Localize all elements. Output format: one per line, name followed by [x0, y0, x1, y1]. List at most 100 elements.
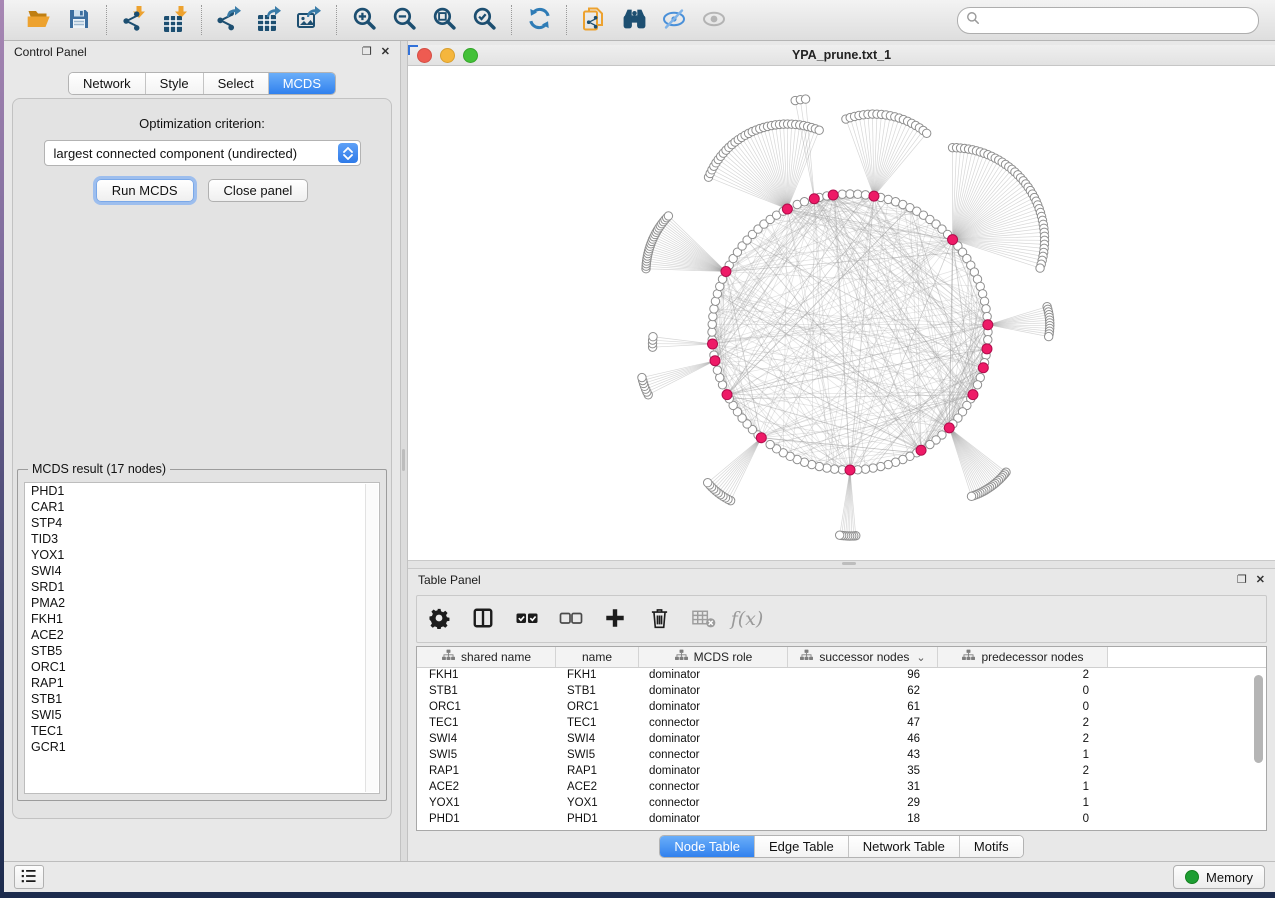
- function-builder-button[interactable]: f(x): [733, 605, 761, 633]
- dominator-node[interactable]: [968, 390, 978, 400]
- table-row[interactable]: RAP1RAP1dominator352: [417, 764, 1266, 780]
- zoom-in-button[interactable]: [346, 4, 382, 36]
- dominator-node[interactable]: [710, 356, 720, 366]
- vertical-splitter-handle[interactable]: [402, 449, 405, 471]
- select-all-rows-button[interactable]: [513, 605, 541, 633]
- dominator-node[interactable]: [982, 344, 992, 354]
- hide-graphics-details-button[interactable]: [656, 4, 692, 36]
- search-input[interactable]: [985, 12, 1250, 28]
- mcds-result-item[interactable]: STP4: [25, 515, 379, 531]
- column-header-MCDS-role[interactable]: MCDS role: [639, 647, 788, 667]
- mcds-list-scrollbar[interactable]: [365, 484, 378, 792]
- dominator-node[interactable]: [948, 235, 958, 245]
- dominator-node[interactable]: [944, 423, 954, 433]
- network-canvas[interactable]: [408, 66, 1275, 560]
- table-row[interactable]: SWI5SWI5connector431: [417, 748, 1266, 764]
- mcds-result-item[interactable]: SWI4: [25, 563, 379, 579]
- mcds-result-item[interactable]: GCR1: [25, 739, 379, 755]
- table-row[interactable]: ACE2ACE2connector311: [417, 780, 1266, 796]
- zoom-selected-button[interactable]: [466, 4, 502, 36]
- node-table[interactable]: shared namenameMCDS rolesuccessor nodes⌄…: [416, 646, 1267, 831]
- close-panel-button[interactable]: Close panel: [208, 179, 309, 202]
- table-row[interactable]: PHD1PHD1dominator180: [417, 812, 1266, 828]
- mcds-result-item[interactable]: STB5: [25, 643, 379, 659]
- dominator-node[interactable]: [782, 204, 792, 214]
- dominator-node[interactable]: [983, 320, 993, 330]
- mcds-result-item[interactable]: SWI5: [25, 707, 379, 723]
- dominator-node[interactable]: [708, 339, 718, 349]
- mcds-result-item[interactable]: ORC1: [25, 659, 379, 675]
- float-table-panel-icon[interactable]: ❐: [1237, 575, 1247, 586]
- export-network-button[interactable]: [211, 4, 247, 36]
- tab-mcds[interactable]: MCDS: [269, 73, 335, 94]
- mcds-result-item[interactable]: YOX1: [25, 547, 379, 563]
- delete-table-button[interactable]: [689, 605, 717, 633]
- tab-style[interactable]: Style: [146, 73, 204, 94]
- mcds-result-item[interactable]: CAR1: [25, 499, 379, 515]
- search-field[interactable]: [957, 7, 1259, 34]
- create-column-button[interactable]: [601, 605, 629, 633]
- tab-select[interactable]: Select: [204, 73, 269, 94]
- close-table-panel-icon[interactable]: ✕: [1256, 575, 1265, 586]
- table-row[interactable]: STB1STB1dominator620: [417, 684, 1266, 700]
- mcds-result-item[interactable]: FKH1: [25, 611, 379, 627]
- dominator-node[interactable]: [978, 363, 988, 373]
- network-graph[interactable]: [408, 66, 1275, 560]
- tab-network[interactable]: Network: [69, 73, 146, 94]
- delete-columns-button[interactable]: [645, 605, 673, 633]
- export-image-button[interactable]: [291, 4, 327, 36]
- column-header-name[interactable]: name: [556, 647, 639, 667]
- mcds-result-item[interactable]: TID3: [25, 531, 379, 547]
- memory-button[interactable]: Memory: [1173, 865, 1265, 889]
- run-mcds-button[interactable]: Run MCDS: [96, 179, 194, 202]
- mcds-result-item[interactable]: ACE2: [25, 627, 379, 643]
- save-session-button[interactable]: [61, 4, 97, 36]
- table-row[interactable]: FKH1FKH1dominator962: [417, 668, 1266, 684]
- column-header-shared-name[interactable]: shared name: [417, 647, 556, 667]
- float-panel-icon[interactable]: ❐: [362, 47, 372, 58]
- dominator-node[interactable]: [845, 465, 855, 475]
- mcds-result-item[interactable]: RAP1: [25, 675, 379, 691]
- mcds-result-item[interactable]: STB1: [25, 691, 379, 707]
- tab-edge-table[interactable]: Edge Table: [755, 836, 849, 857]
- tab-node-table[interactable]: Node Table: [660, 836, 755, 857]
- dominator-node[interactable]: [828, 190, 838, 200]
- table-row[interactable]: TEC1TEC1connector472: [417, 716, 1266, 732]
- dominator-node[interactable]: [869, 191, 879, 201]
- table-row[interactable]: YOX1YOX1connector291: [417, 796, 1266, 812]
- import-table-button[interactable]: [156, 4, 192, 36]
- tab-motifs[interactable]: Motifs: [960, 836, 1023, 857]
- horizontal-splitter-handle[interactable]: [842, 562, 856, 565]
- mcds-result-item[interactable]: SRD1: [25, 579, 379, 595]
- table-row[interactable]: ORC1ORC1dominator610: [417, 700, 1266, 716]
- dominator-node[interactable]: [721, 267, 731, 277]
- vertical-splitter[interactable]: [400, 41, 408, 861]
- mcds-result-item[interactable]: PHD1: [25, 483, 379, 499]
- optimization-criterion-select[interactable]: largest connected component (undirected): [44, 140, 361, 166]
- show-graphics-details-button[interactable]: [696, 4, 732, 36]
- mcds-result-list[interactable]: PHD1CAR1STP4TID3YOX1SWI4SRD1PMA2FKH1ACE2…: [24, 482, 380, 794]
- mcds-result-item[interactable]: TEC1: [25, 723, 379, 739]
- refresh-view-button[interactable]: [521, 4, 557, 36]
- dominator-node[interactable]: [756, 433, 766, 443]
- dominator-node[interactable]: [809, 194, 819, 204]
- open-file-button[interactable]: [21, 4, 57, 36]
- tab-network-table[interactable]: Network Table: [849, 836, 960, 857]
- clone-network-button[interactable]: [576, 4, 612, 36]
- column-header-predecessor-nodes[interactable]: predecessor nodes: [938, 647, 1108, 667]
- dominator-node[interactable]: [916, 445, 926, 455]
- toggle-panes-button[interactable]: [469, 605, 497, 633]
- mcds-result-item[interactable]: PMA2: [25, 595, 379, 611]
- import-network-button[interactable]: [116, 4, 152, 36]
- table-scrollbar-thumb[interactable]: [1254, 675, 1263, 763]
- close-panel-icon[interactable]: ✕: [381, 47, 390, 58]
- find-objects-button[interactable]: [616, 4, 652, 36]
- zoom-fit-button[interactable]: [426, 4, 462, 36]
- dominator-node[interactable]: [722, 390, 732, 400]
- column-header-successor-nodes[interactable]: successor nodes⌄: [788, 647, 938, 667]
- table-row[interactable]: SWI4SWI4dominator462: [417, 732, 1266, 748]
- horizontal-splitter[interactable]: [408, 560, 1275, 569]
- network-window-titlebar[interactable]: YPA_prune.txt_1: [408, 45, 1275, 66]
- table-settings-button[interactable]: [425, 605, 453, 633]
- zoom-out-button[interactable]: [386, 4, 422, 36]
